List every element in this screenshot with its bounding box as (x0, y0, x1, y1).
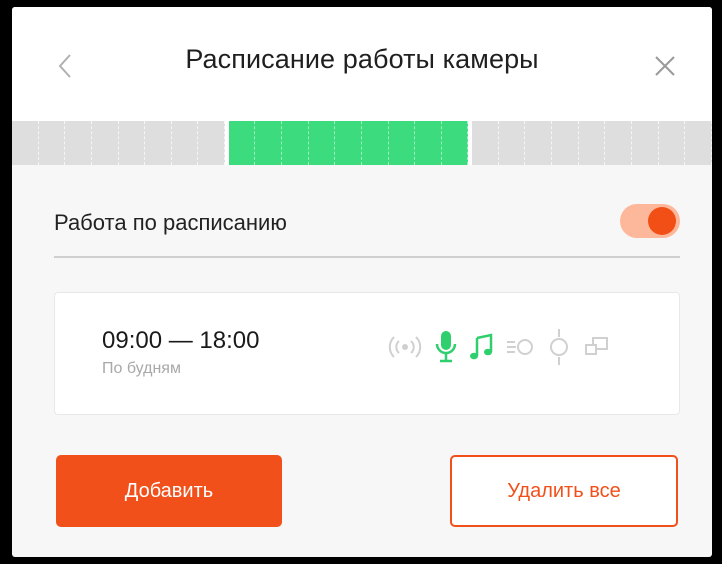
schedule-item-card[interactable]: 09:00 — 18:00 По будням (54, 292, 680, 415)
close-icon (655, 56, 675, 76)
add-button[interactable]: Добавить (56, 455, 282, 527)
timeline-slot[interactable] (415, 121, 442, 165)
timeline-slot[interactable] (578, 121, 606, 165)
schedule-days: По будням (102, 360, 181, 377)
timeline-slot[interactable] (118, 121, 146, 165)
dialog-title: Расписание работы камеры (185, 44, 539, 74)
timeline-slot[interactable] (361, 121, 389, 165)
timeline-slot[interactable] (388, 121, 416, 165)
dialog-header: Расписание работы камеры (12, 7, 712, 121)
timeline-slot[interactable] (145, 121, 172, 165)
timeline-slot[interactable] (335, 121, 362, 165)
music-note-icon (469, 332, 495, 362)
timeline-slot[interactable] (91, 121, 119, 165)
timeline-slot[interactable] (658, 121, 686, 165)
schedule-mode-label: Работа по расписанию (54, 210, 287, 235)
timeline-slot[interactable] (552, 121, 579, 165)
timeline-slot[interactable] (255, 121, 282, 165)
camera-schedule-dialog: Расписание работы камеры Работа по распи… (12, 7, 712, 557)
timeline-slot[interactable] (631, 121, 659, 165)
broadcast-icon (387, 333, 423, 361)
timeline-slot[interactable] (441, 121, 469, 165)
light-sensor-icon (545, 327, 573, 367)
timeline-slot[interactable] (12, 121, 39, 165)
schedule-time-range: 09:00 — 18:00 (102, 327, 260, 354)
schedule-mode-row: Работа по расписанию (54, 200, 680, 258)
schedule-mode-toggle[interactable] (620, 204, 680, 238)
timeline-slot[interactable] (198, 121, 226, 165)
timeline-slot[interactable] (228, 121, 256, 165)
screens-icon (583, 335, 611, 359)
timeline-slot[interactable] (605, 121, 632, 165)
close-button[interactable] (650, 51, 680, 81)
timeline-slot[interactable] (472, 121, 499, 165)
timeline-slot[interactable] (282, 121, 309, 165)
motion-detector-icon (505, 335, 535, 359)
schedule-features (387, 327, 621, 367)
timeline-slot[interactable] (38, 121, 66, 165)
timeline-slot[interactable] (685, 121, 712, 165)
toggle-knob (648, 207, 676, 235)
timeline-slot[interactable] (171, 121, 199, 165)
timeline-slot[interactable] (525, 121, 552, 165)
timeline-slot[interactable] (498, 121, 526, 165)
delete-all-button[interactable]: Удалить все (450, 455, 678, 527)
timeline-slot[interactable] (308, 121, 336, 165)
microphone-icon (433, 329, 459, 365)
schedule-timeline[interactable] (12, 121, 712, 165)
timeline-slot[interactable] (65, 121, 92, 165)
